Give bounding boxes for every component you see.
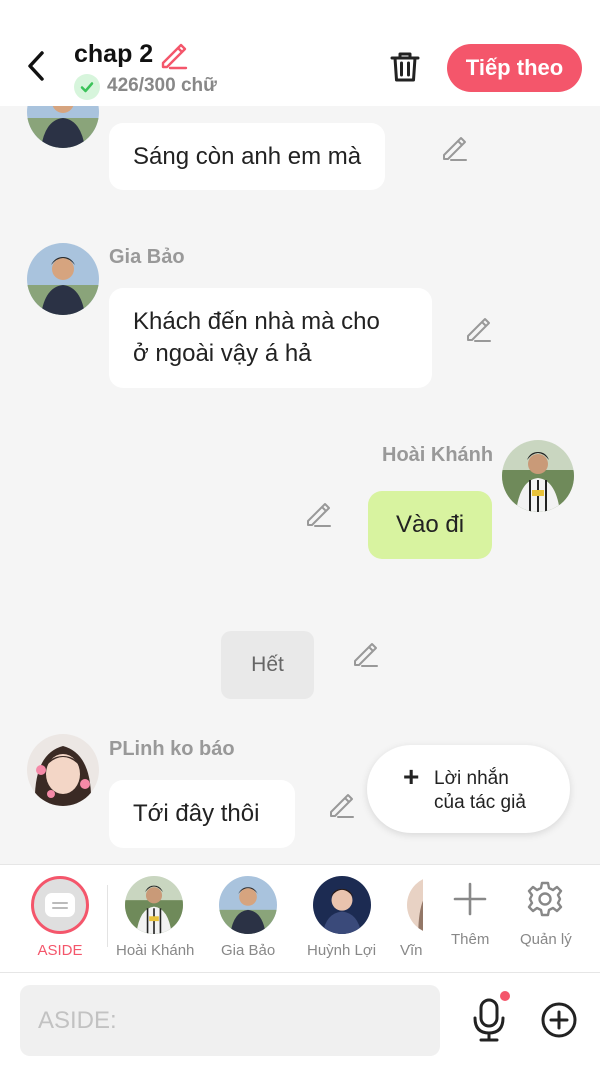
edit-message-pencil-icon[interactable] [304,500,332,528]
author-note-label: Lời nhắn của tác giả [434,767,526,815]
avatar-plinh[interactable] [27,734,99,806]
message-bubble[interactable]: Sáng còn anh em mà [109,123,386,190]
chapter-title[interactable]: chap 2 [74,40,153,69]
top-bar: chap 2 426/300 chữ Tiếp theo [0,0,600,106]
avatar-gia-bao[interactable] [27,106,99,148]
character-bar: ASIDE Hoài Khánh Gia Bảo Huỳnh Lợi Vĩn T… [0,864,600,972]
aside-character-button[interactable] [31,876,89,934]
edit-title-pencil-icon[interactable] [158,40,188,70]
check-icon [74,74,100,100]
next-button[interactable]: Tiếp theo [447,44,582,92]
character-name: Hoài Khánh [116,942,195,959]
back-arrow-icon[interactable] [20,48,52,84]
author-note-line: Lời nhắn [434,768,509,789]
plus-icon: + [403,761,420,792]
aside-icon [45,893,75,917]
add-character-plus-icon[interactable] [450,879,490,919]
narration-bubble[interactable]: Hết [221,631,314,699]
character-avatar-vin[interactable] [407,876,423,934]
edit-message-pencil-icon[interactable] [440,134,468,162]
composer-bar [0,972,600,1067]
avatar-gia-bao[interactable] [27,243,99,315]
message-line: Khách đến nhà mà cho [133,308,380,335]
notification-dot [500,991,510,1001]
character-name: Vĩn [400,942,423,959]
speaker-name: PLinh ko báo [109,738,235,760]
message-bubble[interactable]: Tới đây thôi [109,780,295,848]
gear-icon[interactable] [525,879,565,919]
message-input[interactable] [20,985,440,1056]
word-count: 426/300 chữ [107,75,217,96]
avatar-hoai-khanh[interactable] [502,440,574,512]
manage-label: Quản lý [520,931,572,948]
aside-label: ASIDE [37,942,83,959]
author-note-line: của tác giả [434,792,526,813]
character-name: Gia Bảo [221,942,276,959]
character-avatar-hoai-khanh[interactable] [125,876,183,934]
character-avatar-huynh-loi[interactable] [313,876,371,934]
speaker-name: Gia Bảo [109,246,185,268]
character-list: Hoài Khánh Gia Bảo Huỳnh Lợi Vĩn [108,865,423,973]
edit-message-pencil-icon[interactable] [351,640,379,668]
trash-icon[interactable] [386,48,424,86]
add-circle-icon[interactable] [540,1001,578,1039]
message-bubble[interactable]: Vào đi [368,491,492,559]
character-name: Huỳnh Lợi [307,942,377,959]
microphone-icon[interactable] [470,997,508,1043]
character-avatar-gia-bao[interactable] [219,876,277,934]
author-note-button[interactable]: + Lời nhắn của tác giả [367,745,570,833]
message-line: ở ngoài vậy á hả [133,340,312,367]
speaker-name: Hoài Khánh [382,444,494,466]
edit-message-pencil-icon[interactable] [464,315,492,343]
message-bubble[interactable]: Khách đến nhà mà cho ở ngoài vậy á hả [109,288,432,388]
edit-message-pencil-icon[interactable] [327,791,355,819]
add-character-label: Thêm [451,931,490,948]
